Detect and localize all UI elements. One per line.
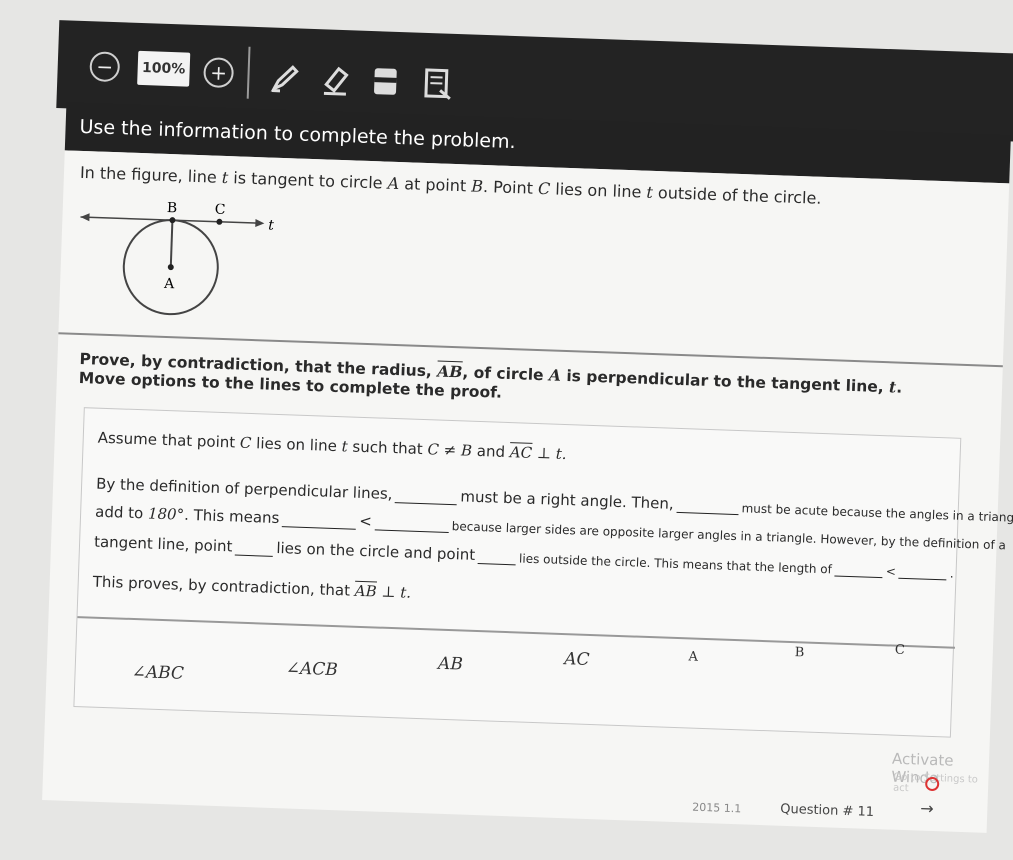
drop-blank-4[interactable]: [375, 513, 450, 533]
test-window: − 100% + Use the information to complete…: [0, 0, 1012, 858]
zoom-in-icon[interactable]: +: [203, 57, 234, 88]
drop-blank-1[interactable]: [395, 486, 458, 505]
option-ab[interactable]: AB: [438, 654, 463, 675]
line-reader-icon[interactable]: [365, 61, 406, 102]
toolbar-divider: [247, 47, 251, 99]
option-ac[interactable]: AC: [564, 649, 590, 670]
zoom-level: 100%: [137, 51, 190, 87]
option-a[interactable]: A: [688, 649, 698, 664]
next-arrow-icon[interactable]: →: [920, 799, 934, 818]
drop-blank-6[interactable]: [478, 547, 517, 565]
proof-line-5: This proves, by contradiction, that AB ⊥…: [92, 573, 411, 602]
drop-blank-3[interactable]: [282, 510, 357, 530]
option-angle-acb[interactable]: ∠ACB: [285, 658, 338, 680]
radius-ab: [171, 220, 173, 267]
point-b: [169, 217, 175, 223]
point-c: [216, 219, 222, 225]
drop-blank-5[interactable]: [235, 539, 274, 557]
point-a: [168, 264, 174, 270]
label-b: B: [167, 200, 178, 216]
highlighter-icon[interactable]: [315, 59, 356, 100]
tangent-figure: B C t A: [76, 199, 281, 341]
options-divider: [77, 616, 955, 648]
drop-blank-7[interactable]: [835, 559, 884, 578]
pencil-icon[interactable]: [265, 57, 306, 98]
proof-card: Assume that point C lies on line t such …: [73, 407, 961, 737]
label-a: A: [163, 276, 176, 292]
option-angle-abc[interactable]: ∠ABC: [131, 662, 184, 684]
drop-blank-8[interactable]: [899, 562, 948, 581]
label-t: t: [268, 218, 275, 234]
footer-code: 2015 1.1: [692, 801, 741, 816]
right-arrow: [255, 219, 264, 227]
notepad-icon[interactable]: [417, 63, 458, 104]
drop-blank-2[interactable]: [676, 496, 739, 515]
option-b[interactable]: B: [794, 645, 804, 660]
label-c: C: [215, 202, 226, 218]
left-arrow: [80, 213, 89, 221]
activation-watermark-sub: Go to Settings to act: [893, 772, 989, 797]
zoom-out-icon[interactable]: −: [89, 51, 120, 82]
question-content: In the figure, line t is tangent to circ…: [42, 150, 1009, 833]
proof-line-1: Assume that point C lies on line t such …: [97, 429, 566, 463]
question-number: Question # 11: [780, 802, 874, 820]
option-c[interactable]: C: [895, 643, 905, 658]
